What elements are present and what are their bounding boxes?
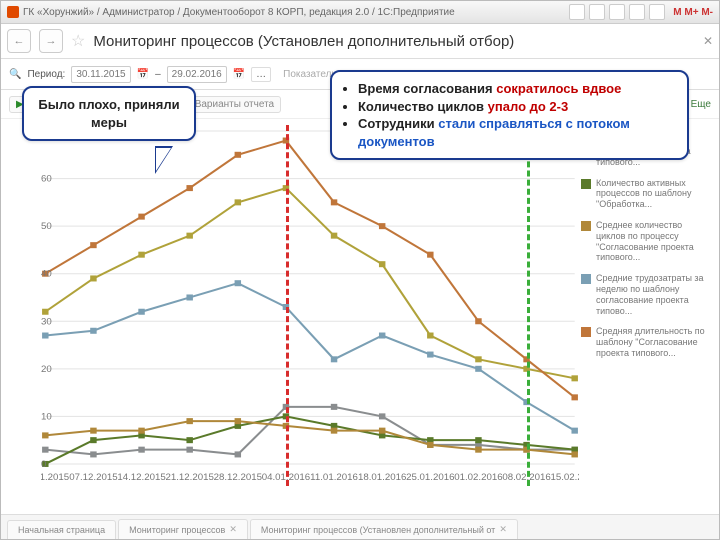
- m-label: M M+ M-: [673, 7, 713, 18]
- legend-label: Средняя длительность по шаблону "Согласо…: [596, 326, 711, 358]
- callout-bullet: Сотрудники стали справляться с потоком д…: [358, 115, 677, 150]
- date-from-picker-icon[interactable]: 📅: [137, 69, 149, 80]
- callout-left-text: Было плохо, приняли меры: [38, 97, 179, 130]
- tool-icon-2[interactable]: [589, 4, 605, 20]
- svg-text:21.12.2015: 21.12.2015: [165, 472, 213, 482]
- ellipsis-button[interactable]: …: [251, 67, 271, 82]
- tool-icon-1[interactable]: [569, 4, 585, 20]
- variants-label: Варианты отчета: [195, 99, 274, 110]
- svg-text:30.11.2015: 30.11.2015: [41, 472, 69, 482]
- app-title: ГК «Хорунжий» / Администратор / Документ…: [23, 7, 455, 18]
- svg-text:40: 40: [41, 269, 52, 279]
- more-link[interactable]: Еще: [691, 99, 711, 110]
- svg-text:20: 20: [41, 364, 52, 374]
- nav-fwd-button[interactable]: →: [39, 29, 63, 53]
- svg-text:11.01.2016: 11.01.2016: [310, 472, 358, 482]
- svg-text:07.12.2015: 07.12.2015: [69, 472, 117, 482]
- tab[interactable]: Начальная страница: [7, 520, 116, 539]
- tab[interactable]: Мониторинг процессов (Установлен дополни…: [250, 519, 518, 539]
- svg-text:25.01.2016: 25.01.2016: [406, 472, 454, 482]
- callout-bullet: Время согласования сократилось вдвое: [358, 80, 677, 98]
- svg-text:15.02.2016: 15.02.2016: [550, 472, 579, 482]
- chart-svg: 30.11.201507.12.201514.12.201521.12.2015…: [41, 125, 579, 486]
- legend-item: Средние трудозатраты за неделю по шаблон…: [581, 273, 711, 316]
- legend-item: Среднее количество циклов по процессу "С…: [581, 220, 711, 263]
- legend-swatch: [581, 327, 591, 337]
- legend-label: Средние трудозатраты за неделю по шаблон…: [596, 273, 711, 316]
- page-title: Мониторинг процессов (Установлен дополни…: [93, 33, 514, 50]
- callout-right: Время согласования сократилось вдвоеКоли…: [330, 70, 689, 160]
- marker-red: [286, 125, 289, 486]
- legend-swatch: [581, 221, 591, 231]
- nav-back-button[interactable]: ←: [7, 29, 31, 53]
- date-from-input[interactable]: 30.11.2015: [71, 66, 130, 83]
- tab-close-icon[interactable]: ✕: [229, 524, 237, 535]
- svg-text:14.12.2015: 14.12.2015: [117, 472, 165, 482]
- svg-text:01.02.2016: 01.02.2016: [454, 472, 502, 482]
- legend-label: Среднее количество циклов по процессу "С…: [596, 220, 711, 263]
- date-to-picker-icon[interactable]: 📅: [233, 69, 245, 80]
- app-icon: [7, 6, 19, 18]
- callout-bullet: Количество циклов упало до 2-3: [358, 98, 677, 116]
- legend-swatch: [581, 179, 591, 189]
- tool-icon-5[interactable]: [649, 4, 665, 20]
- date-sep: –: [155, 69, 161, 80]
- tool-icon-4[interactable]: [629, 4, 645, 20]
- tab-close-icon[interactable]: ✕: [499, 524, 507, 535]
- svg-text:0: 0: [41, 459, 46, 469]
- legend-swatch: [581, 274, 591, 284]
- legend-label: Количество активных процессов по шаблону…: [596, 178, 711, 210]
- svg-text:50: 50: [41, 221, 52, 231]
- close-icon[interactable]: ✕: [703, 34, 713, 48]
- date-to-input[interactable]: 29.02.2016: [167, 66, 227, 83]
- svg-text:60: 60: [41, 174, 52, 184]
- tab-label: Мониторинг процессов (Установлен дополни…: [261, 525, 495, 535]
- titlebar: ГК «Хорунжий» / Администратор / Документ…: [1, 1, 719, 24]
- tab-label: Начальная страница: [18, 525, 105, 535]
- svg-text:28.12.2015: 28.12.2015: [214, 472, 262, 482]
- svg-text:18.01.2016: 18.01.2016: [358, 472, 406, 482]
- tabs-bar: Начальная страницаМониторинг процессов✕М…: [1, 514, 719, 539]
- header-bar: ← → ☆ Мониторинг процессов (Установлен д…: [1, 24, 719, 59]
- tool-icon-3[interactable]: [609, 4, 625, 20]
- svg-text:30: 30: [41, 317, 52, 327]
- favorite-icon[interactable]: ☆: [71, 31, 85, 51]
- legend-item: Количество активных процессов по шаблону…: [581, 178, 711, 210]
- legend-item: Средняя длительность по шаблону "Согласо…: [581, 326, 711, 358]
- callout-left-tail: [155, 146, 173, 174]
- tab[interactable]: Мониторинг процессов ✕: [118, 519, 248, 539]
- callout-left: Было плохо, приняли меры: [22, 86, 196, 141]
- period-label: Период:: [27, 69, 65, 80]
- chart-area: 30.11.201507.12.201514.12.201521.12.2015…: [1, 119, 719, 514]
- svg-text:10: 10: [41, 412, 52, 422]
- legend: Время просрочкиСогласование проекта типо…: [579, 119, 719, 514]
- plot: 30.11.201507.12.201514.12.201521.12.2015…: [41, 125, 579, 486]
- marker-green: [527, 125, 530, 486]
- search-icon[interactable]: 🔍: [9, 69, 21, 80]
- tab-label: Мониторинг процессов: [129, 525, 225, 535]
- callout-right-list: Время согласования сократилось вдвоеКоли…: [342, 80, 677, 150]
